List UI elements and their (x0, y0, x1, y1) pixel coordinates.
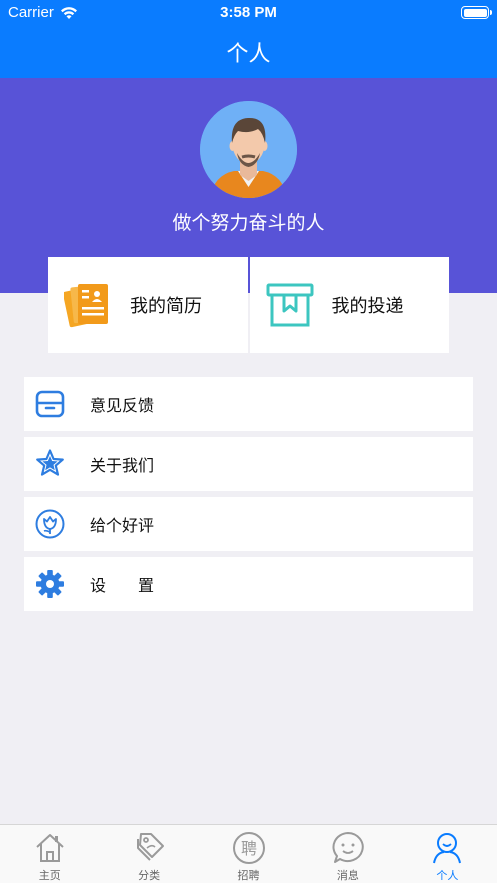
home-icon (36, 834, 64, 862)
delivery-box-icon (266, 283, 313, 327)
tab-category[interactable]: 分类 (99, 825, 198, 883)
menu-label: 意见反馈 (90, 396, 155, 415)
recruit-glyph: 聘 (241, 839, 257, 858)
tab-messages[interactable]: 消息 (298, 825, 397, 883)
person-icon (433, 833, 462, 864)
settings-menu: 意见反馈 关于我们 给个好评 设 置 (24, 377, 473, 617)
message-icon (332, 832, 364, 863)
tab-recruit[interactable]: 聘 招聘 (199, 825, 298, 883)
clock: 3:58 PM (220, 4, 277, 21)
resume-icon (64, 284, 108, 328)
page-title: 个人 (226, 42, 271, 67)
star-icon (36, 449, 64, 476)
menu-item-rate-us[interactable]: 给个好评 (24, 497, 473, 551)
tab-label: 个人 (436, 869, 459, 882)
tab-label: 招聘 (237, 869, 260, 882)
avatar-image (200, 101, 297, 198)
gear-icon (36, 570, 64, 598)
tab-label: 主页 (38, 869, 61, 882)
feedback-icon (35, 390, 65, 418)
tab-label: 分类 (138, 869, 161, 882)
flower-icon (35, 509, 65, 539)
menu-item-feedback[interactable]: 意见反馈 (24, 377, 473, 431)
tag-icon (137, 833, 165, 861)
profile-name: 做个努力奋斗的人 (172, 212, 325, 234)
menu-label: 关于我们 (90, 456, 155, 475)
avatar[interactable] (200, 101, 297, 198)
battery-icon (461, 6, 492, 19)
my-resume-label: 我的简历 (130, 296, 202, 317)
menu-label: 设 置 (90, 576, 155, 595)
tab-profile[interactable]: 个人 (398, 825, 497, 883)
menu-item-about-us[interactable]: 关于我们 (24, 437, 473, 491)
navigation-bar: 个人 (0, 26, 497, 78)
recruit-icon: 聘 (232, 832, 265, 864)
my-delivery-label: 我的投递 (331, 296, 404, 317)
tab-label: 消息 (336, 869, 359, 882)
tab-home[interactable]: 主页 (0, 825, 99, 883)
menu-label: 给个好评 (90, 516, 155, 535)
quick-actions: 我的简历 我的投递 (48, 257, 449, 353)
menu-item-settings[interactable]: 设 置 (24, 557, 473, 611)
tab-bar: 主页 分类 聘 招聘 消息 个人 (0, 824, 497, 883)
my-resume-card[interactable]: 我的简历 (48, 257, 248, 353)
my-delivery-card[interactable]: 我的投递 (249, 257, 449, 353)
status-bar: Carrier 3:58 PM (0, 0, 497, 26)
